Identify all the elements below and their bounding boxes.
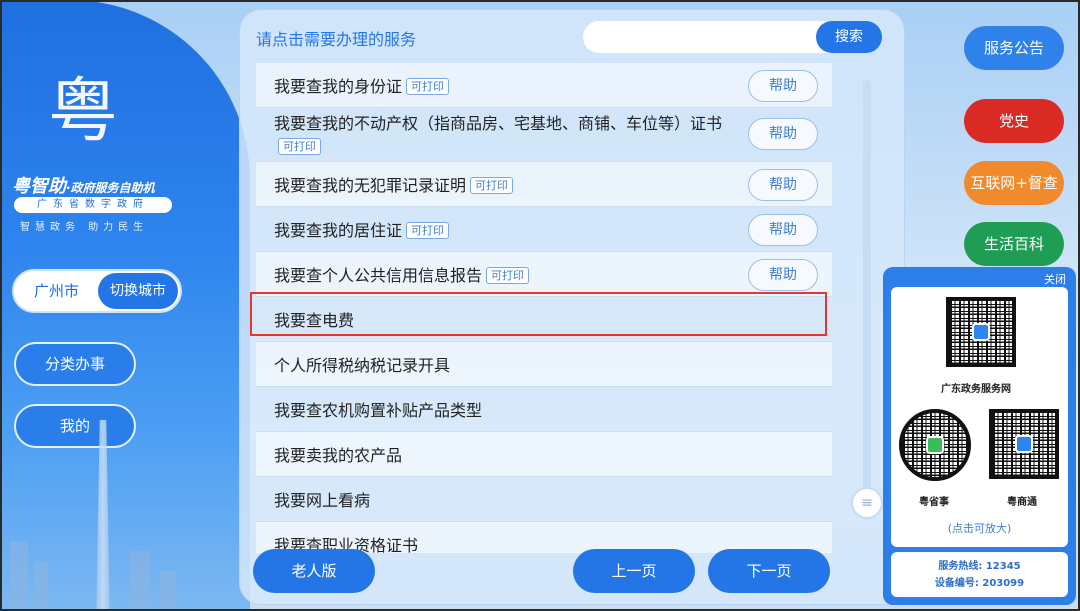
printable-badge: 可打印 bbox=[278, 138, 321, 155]
qr-logo-icon bbox=[972, 323, 990, 341]
panel-title: 请点击需要办理的服务 bbox=[256, 30, 417, 49]
internet-supervision-button[interactable]: 互联网+督查 bbox=[964, 161, 1064, 205]
building-illustration bbox=[10, 541, 28, 611]
service-label: 个人所得税纳税记录开具 bbox=[274, 356, 451, 375]
service-row-residence-permit[interactable]: 我要查我的居住证 可打印 帮助 bbox=[256, 207, 832, 252]
elder-mode-button[interactable]: 老人版 bbox=[253, 549, 375, 593]
qr-logo-icon bbox=[1015, 435, 1033, 453]
qr-codes-area[interactable]: 广东政务服务网 粤省事 粤商通 (点击可放大) bbox=[891, 287, 1068, 547]
service-label: 我要查我的不动产权（指商品房、宅基地、商铺、车位等）证书 bbox=[274, 114, 723, 133]
service-hotline: 服务热线: 12345 bbox=[938, 561, 1021, 572]
help-button[interactable]: 帮助 bbox=[748, 169, 818, 201]
building-illustration bbox=[160, 571, 176, 611]
current-city: 广州市 bbox=[34, 282, 80, 300]
search-button[interactable]: 搜索 bbox=[816, 21, 882, 53]
device-number: 设备编号: 203099 bbox=[934, 578, 1025, 589]
party-history-button[interactable]: 党史 bbox=[964, 99, 1064, 143]
yue-sheng-shi-label: 粤省事 bbox=[919, 497, 949, 508]
help-button[interactable]: 帮助 bbox=[748, 70, 818, 102]
switch-city-button[interactable]: 切换城市 bbox=[98, 273, 178, 309]
service-list: 我要查我的身份证 可打印 帮助 我要查我的不动产权（指商品房、宅基地、商铺、车位等… bbox=[256, 63, 832, 553]
service-label: 我要查农机购置补贴产品类型 bbox=[274, 401, 483, 420]
service-row-online-doctor[interactable]: 我要网上看病 bbox=[256, 477, 832, 522]
printable-badge: 可打印 bbox=[406, 78, 450, 95]
yue-shang-tong-label: 粤商通 bbox=[1007, 497, 1037, 508]
service-row-sell-farm-products[interactable]: 我要卖我的农产品 bbox=[256, 432, 832, 477]
qr-code-panel: 关闭 广东政务服务网 粤省事 粤商通 (点击可放大) 服务热线: 12345 设… bbox=[883, 267, 1076, 605]
service-label: 我要查我的身份证 bbox=[274, 77, 403, 96]
my-account-button[interactable]: 我的 bbox=[14, 404, 136, 448]
scrollbar-track[interactable] bbox=[863, 80, 871, 520]
service-label: 我要卖我的农产品 bbox=[274, 446, 403, 465]
service-list-panel: 请点击需要办理的服务 搜索 我要查我的身份证 可打印 帮助 我要查我的不动产权（指… bbox=[239, 9, 905, 605]
help-button[interactable]: 帮助 bbox=[748, 214, 818, 246]
qr-logo-icon bbox=[926, 436, 944, 454]
building-illustration bbox=[130, 551, 150, 611]
next-page-button[interactable]: 下一页 bbox=[708, 549, 830, 593]
search-input[interactable] bbox=[595, 25, 810, 49]
service-label: 我要网上看病 bbox=[274, 491, 371, 510]
click-enlarge-hint: (点击可放大) bbox=[947, 522, 1012, 535]
left-panel: 粤 粤智助·政府服务自助机 广东省数字政府 智慧政务 助力民生 广州市 切换城市… bbox=[0, 0, 250, 611]
yue-logo-icon: 粤 bbox=[48, 70, 118, 152]
category-service-button[interactable]: 分类办事 bbox=[14, 342, 136, 386]
service-row-no-criminal-record[interactable]: 我要查我的无犯罪记录证明 可打印 帮助 bbox=[256, 162, 832, 207]
gd-service-label: 广东政务服务网 bbox=[941, 384, 1011, 395]
building-illustration bbox=[34, 561, 48, 611]
service-row-id-card[interactable]: 我要查我的身份证 可打印 帮助 bbox=[256, 63, 832, 108]
service-row-income-tax-record[interactable]: 个人所得税纳税记录开具 bbox=[256, 342, 832, 387]
service-row-farm-machinery-subsidy[interactable]: 我要查农机购置补贴产品类型 bbox=[256, 387, 832, 432]
scrollbar-handle-icon[interactable]: ≡ bbox=[851, 487, 883, 519]
brand-slogan: 智慧政务 助力民生 bbox=[20, 222, 149, 233]
service-row-property-cert[interactable]: 我要查我的不动产权（指商品房、宅基地、商铺、车位等）证书可打印 帮助 bbox=[256, 108, 832, 162]
brand-subtitle: ·政府服务自助机 bbox=[66, 181, 155, 195]
service-label: 我要查电费 bbox=[274, 311, 355, 330]
close-qr-button[interactable]: 关闭 bbox=[1044, 271, 1066, 287]
service-notice-button[interactable]: 服务公告 bbox=[964, 26, 1064, 70]
canton-tower-illustration bbox=[96, 420, 110, 611]
prev-page-button[interactable]: 上一页 bbox=[573, 549, 695, 593]
printable-badge: 可打印 bbox=[406, 222, 450, 239]
life-encyclopedia-button[interactable]: 生活百科 bbox=[964, 222, 1064, 266]
service-label: 我要查我的无犯罪记录证明 bbox=[274, 176, 467, 195]
brand-title: 粤智助·政府服务自助机 bbox=[12, 172, 242, 198]
service-label: 我要查我的居住证 bbox=[274, 221, 403, 240]
service-row-electricity-bill[interactable]: 我要查电费 bbox=[256, 297, 832, 342]
service-row-credit-report[interactable]: 我要查个人公共信用信息报告 可打印 帮助 bbox=[256, 252, 832, 297]
help-button[interactable]: 帮助 bbox=[748, 259, 818, 291]
brand-name: 粤智助 bbox=[12, 176, 66, 197]
printable-badge: 可打印 bbox=[486, 267, 530, 284]
service-label: 我要查个人公共信用信息报告 bbox=[274, 266, 483, 285]
help-button[interactable]: 帮助 bbox=[748, 118, 818, 150]
city-switch: 广州市 切换城市 bbox=[12, 269, 182, 313]
device-info-box: 服务热线: 12345 设备编号: 203099 bbox=[891, 552, 1068, 597]
brand-ribbon: 广东省数字政府 bbox=[14, 197, 172, 213]
search-bar: 搜索 bbox=[583, 21, 882, 53]
printable-badge: 可打印 bbox=[470, 177, 514, 194]
